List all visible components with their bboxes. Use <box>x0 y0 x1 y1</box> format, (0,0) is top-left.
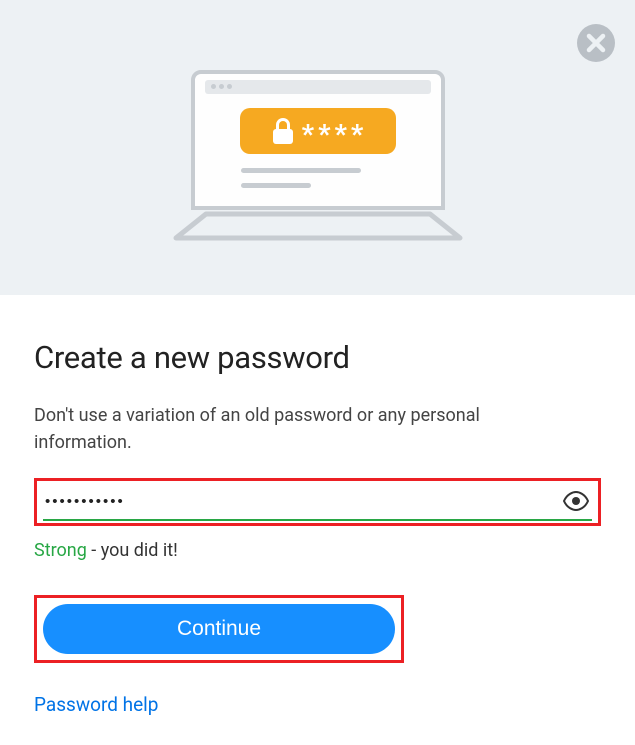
placeholder-line-icon <box>241 183 311 188</box>
password-mask-icon: **** <box>302 117 364 144</box>
eye-icon <box>562 491 590 511</box>
laptop-screen: **** <box>191 70 445 210</box>
continue-button-highlight: Continue <box>34 595 404 663</box>
password-input-row <box>43 487 592 521</box>
laptop-illustration: **** <box>168 70 468 244</box>
hero-section: **** <box>0 0 635 295</box>
laptop-base-icon <box>168 210 468 244</box>
content-section: Create a new password Don't use a variat… <box>0 295 635 716</box>
password-input[interactable] <box>45 493 562 510</box>
password-strength-text: Strong - you did it! <box>34 540 601 561</box>
password-bar-icon: **** <box>240 108 396 154</box>
password-help-link[interactable]: Password help <box>34 693 158 716</box>
password-field-highlight <box>34 478 601 526</box>
page-description: Don't use a variation of an old password… <box>34 402 494 456</box>
toggle-visibility-button[interactable] <box>562 491 590 511</box>
page-title: Create a new password <box>34 339 601 376</box>
close-button[interactable] <box>577 24 615 62</box>
window-titlebar-icon <box>205 80 431 94</box>
strength-suffix: - you did it! <box>87 540 178 561</box>
placeholder-line-icon <box>241 168 361 173</box>
continue-button[interactable]: Continue <box>43 604 395 654</box>
close-icon <box>577 24 615 62</box>
lock-icon <box>272 118 294 144</box>
strength-label: Strong <box>34 540 87 561</box>
